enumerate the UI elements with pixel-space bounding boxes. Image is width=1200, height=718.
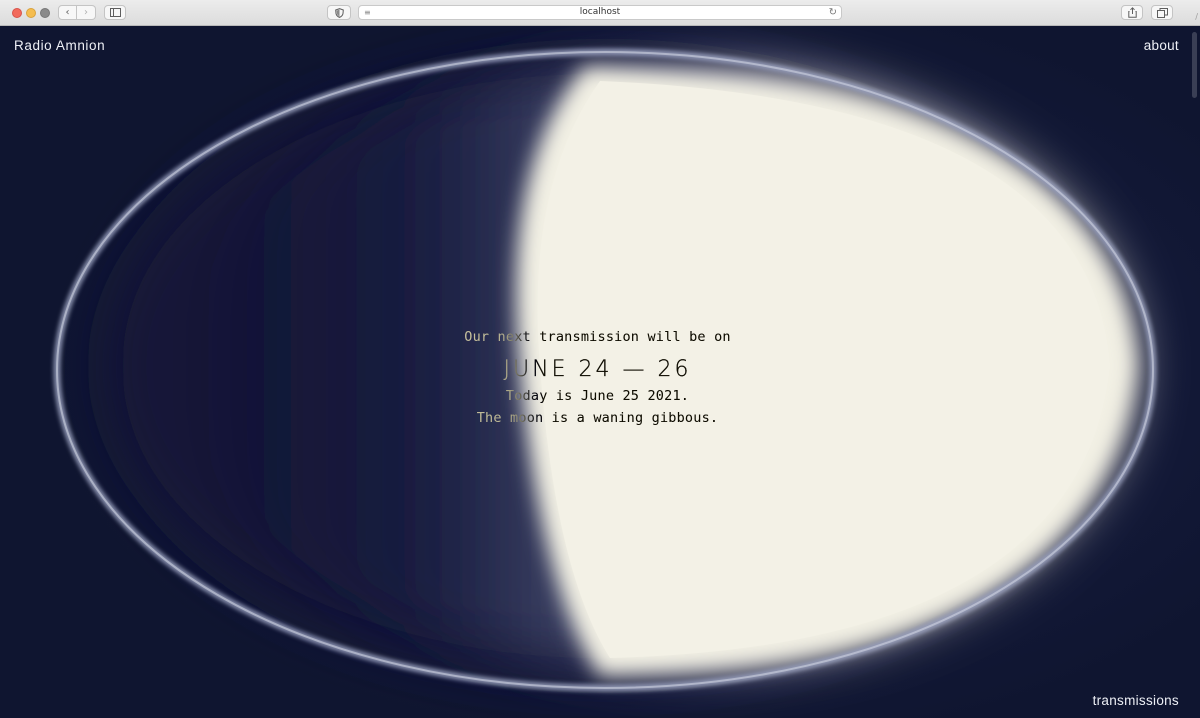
tabs-icon bbox=[1156, 7, 1168, 18]
chevron-left-icon: ‹ bbox=[65, 6, 70, 18]
scrollbar[interactable] bbox=[1192, 32, 1197, 98]
next-transmission-text: Our next transmission will be on bbox=[464, 329, 731, 345]
share-button[interactable] bbox=[1121, 5, 1143, 20]
transmission-dates: JUNE 24 — 26 bbox=[503, 357, 692, 382]
resize-icon: ∕ bbox=[1195, 12, 1198, 21]
site-title-link[interactable]: Radio Amnion bbox=[14, 38, 105, 53]
about-link[interactable]: about bbox=[1144, 38, 1179, 53]
history-nav: ‹ › bbox=[58, 5, 96, 20]
zoom-window-button[interactable] bbox=[40, 8, 50, 18]
moon-phase-text: The moon is a waning gibbous. bbox=[476, 410, 719, 426]
today-date-text: Today is June 25 2021. bbox=[505, 388, 690, 404]
share-icon bbox=[1127, 7, 1137, 18]
url-text: localhost bbox=[579, 7, 621, 17]
back-button[interactable]: ‹ bbox=[58, 5, 77, 20]
chevron-right-icon: › bbox=[84, 6, 88, 18]
reload-icon[interactable]: ↻ bbox=[829, 6, 837, 19]
browser-toolbar: ‹ › ≡ localhost ↻ ∕ bbox=[0, 0, 1200, 26]
sidebar-icon bbox=[109, 8, 121, 17]
close-window-button[interactable] bbox=[12, 8, 22, 18]
shield-icon bbox=[334, 7, 344, 18]
privacy-report-button[interactable] bbox=[327, 5, 351, 20]
announcement: Our next transmission will be on JUNE 24… bbox=[0, 329, 1195, 429]
tab-overview-button[interactable] bbox=[1151, 5, 1173, 20]
address-bar[interactable]: ≡ localhost ↻ bbox=[358, 5, 842, 20]
transmissions-link[interactable]: transmissions bbox=[1093, 693, 1179, 708]
minimize-window-button[interactable] bbox=[26, 8, 36, 18]
page: Radio Amnion about Our next transmission… bbox=[0, 26, 1200, 718]
sidebar-button[interactable] bbox=[104, 5, 126, 20]
forward-button[interactable]: › bbox=[77, 5, 96, 20]
